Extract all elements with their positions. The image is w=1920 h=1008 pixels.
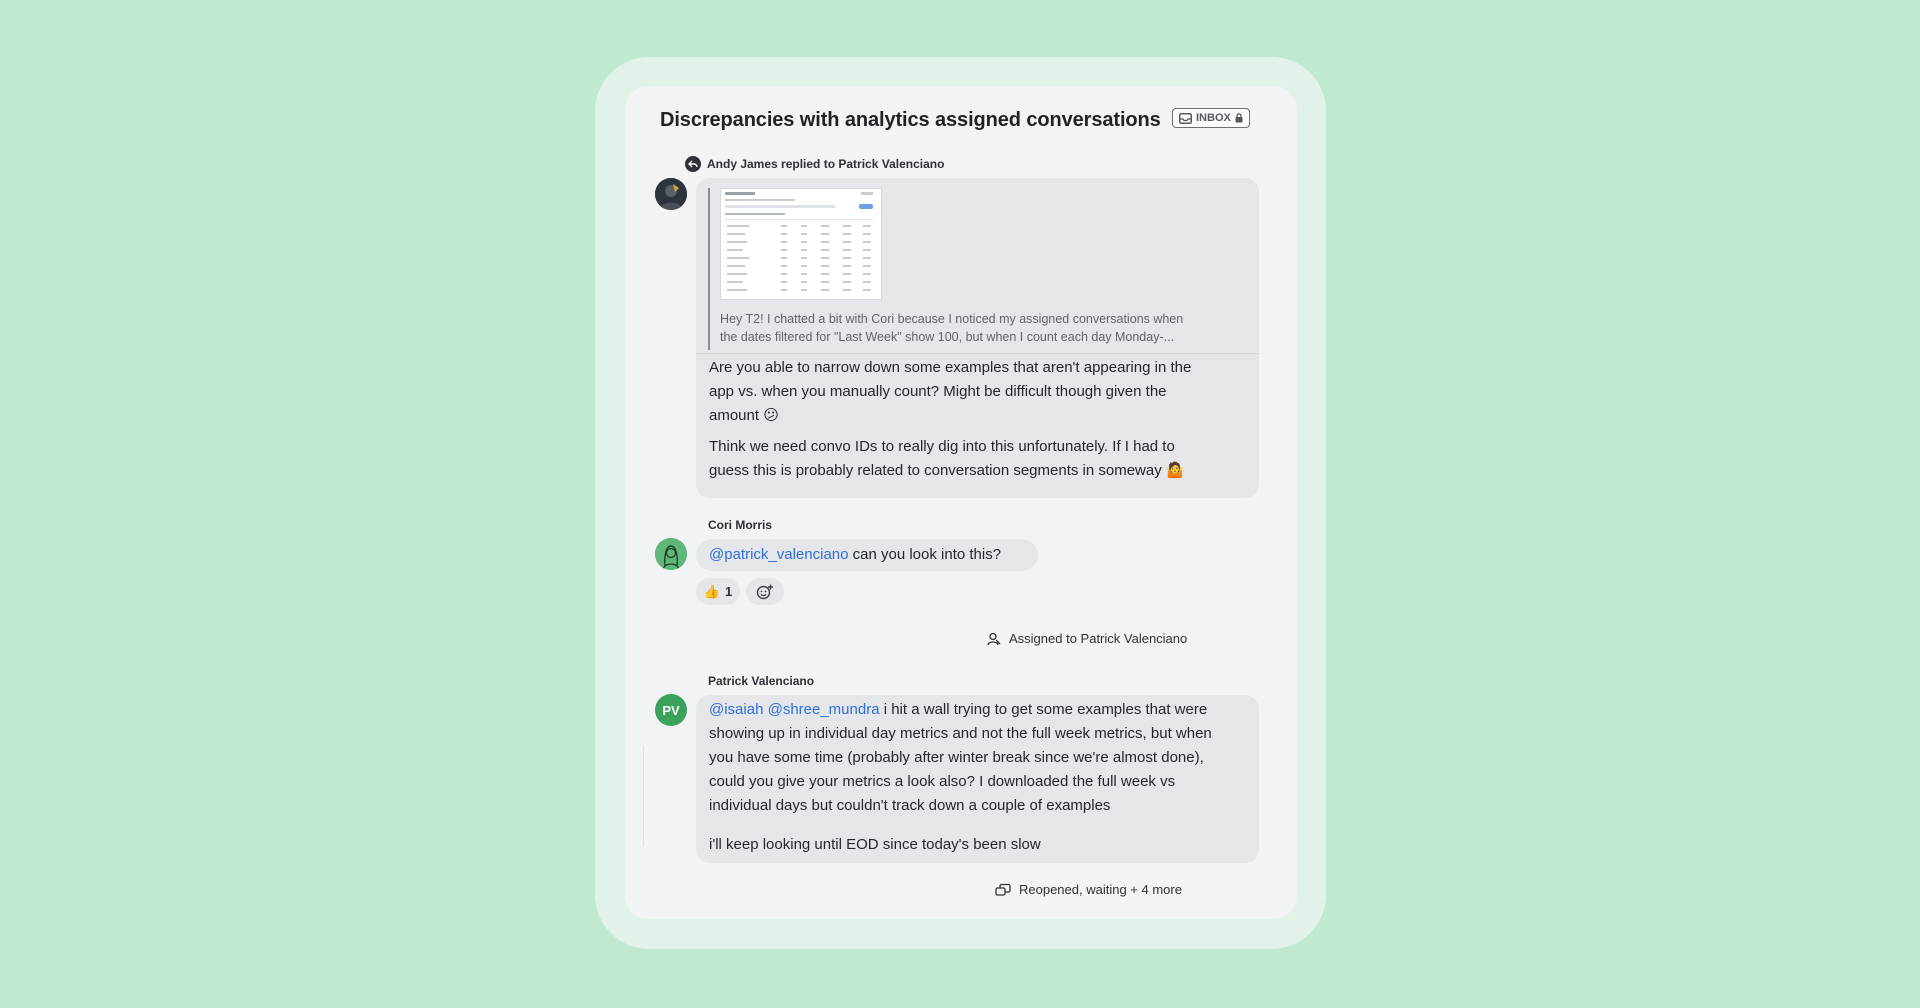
mention-shree[interactable]: @shree_mundra: [768, 701, 880, 718]
text-line: Think we need convo IDs to really dig in…: [709, 438, 1175, 455]
reaction-count: 1: [724, 584, 733, 599]
avatar-andy-james[interactable]: [655, 178, 687, 210]
inbox-icon: [1179, 112, 1192, 124]
inbox-badge-label: INBOX: [1196, 112, 1231, 124]
reply-context-text: Andy James replied to Patrick Valenciano: [707, 157, 945, 171]
text-line: individual days but couldn't track down …: [709, 797, 1111, 814]
conversation-panel: Discrepancies with analytics assigned co…: [625, 86, 1297, 919]
text-line: amount 😕: [709, 407, 779, 424]
message-text-patrick-p2: i'll keep looking until EOD since today'…: [709, 833, 1041, 857]
message-text: can you look into this?: [848, 546, 1002, 563]
message-text-cori: @patrick_valenciano can you look into th…: [709, 543, 1001, 567]
mention-patrick[interactable]: @patrick_valenciano: [709, 546, 848, 563]
quoted-line: the dates filtered for "Last Week" show …: [720, 330, 1175, 344]
text-line: app vs. when you manually count? Might b…: [709, 383, 1167, 400]
text-line: i'll keep looking until EOD since today'…: [709, 836, 1041, 853]
lock-icon: [1235, 113, 1243, 123]
avatar-patrick-valenciano[interactable]: PV: [655, 694, 687, 726]
message-text-patrick-p1: @isaiah @shree_mundra i hit a wall tryin…: [709, 698, 1212, 818]
event-reopened[interactable]: Reopened, waiting + 4 more: [995, 882, 1182, 897]
quoted-line: Hey T2! I chatted a bit with Cori becaus…: [720, 312, 1184, 326]
add-emoji-icon: [756, 584, 773, 599]
text-line: Are you able to narrow down some example…: [709, 359, 1192, 376]
text-line: showing up in individual day metrics and…: [709, 725, 1212, 742]
add-reaction-button[interactable]: [746, 578, 784, 605]
quoted-message[interactable]: Hey T2! I chatted a bit with Cori becaus…: [708, 188, 1247, 350]
reply-arrow-icon: [685, 156, 701, 172]
screenshot-thumbnail[interactable]: [720, 188, 882, 300]
event-assigned-text: Assigned to Patrick Valenciano: [1009, 631, 1188, 646]
author-name-patrick: Patrick Valenciano: [708, 674, 815, 688]
message-text-andy-p1: Are you able to narrow down some example…: [709, 356, 1191, 428]
text-line: guess this is probably related to conver…: [709, 462, 1185, 479]
mention-isaiah[interactable]: @isaiah: [709, 701, 763, 718]
event-assigned: Assigned to Patrick Valenciano: [987, 631, 1187, 646]
avatar-cori-morris[interactable]: [655, 538, 687, 570]
author-name-cori: Cori Morris: [708, 518, 773, 532]
event-reopened-text: Reopened, waiting + 4 more: [1019, 882, 1182, 897]
inbox-badge[interactable]: INBOX: [1172, 108, 1250, 128]
quoted-message-text: Hey T2! I chatted a bit with Cori becaus…: [720, 310, 1240, 346]
text-line: could you give your metrics a look also?…: [709, 773, 1176, 790]
text-line: you have some time (probably after winte…: [709, 749, 1204, 766]
message-text: i hit a wall trying to get some examples…: [879, 701, 1208, 718]
message-text-andy-p2: Think we need convo IDs to really dig in…: [709, 435, 1185, 483]
reaction-thumbs-up[interactable]: 👍 1: [696, 578, 740, 605]
status-change-icon: [995, 883, 1011, 896]
conversation-title: Discrepancies with analytics assigned co…: [660, 109, 1161, 131]
assign-icon: [987, 632, 1001, 645]
message-bubble-patrick: @isaiah @shree_mundra i hit a wall tryin…: [696, 695, 1259, 863]
thread-line: [643, 746, 644, 846]
reply-context: Andy James replied to Patrick Valenciano: [685, 156, 944, 172]
quote-divider: [696, 353, 1259, 354]
message-bubble-andy: Hey T2! I chatted a bit with Cori becaus…: [696, 178, 1259, 498]
thumbs-up-icon: 👍: [703, 583, 720, 599]
message-bubble-cori: @patrick_valenciano can you look into th…: [696, 539, 1038, 571]
